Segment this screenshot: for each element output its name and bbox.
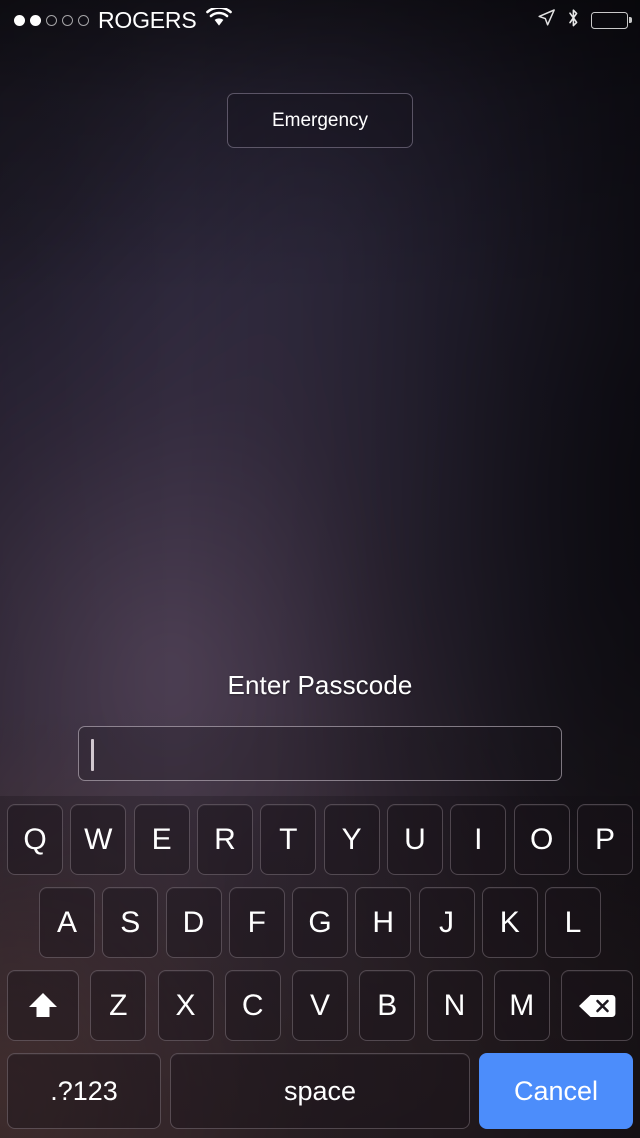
key-y[interactable]: Y (323, 804, 380, 875)
key-s[interactable]: S (102, 887, 159, 958)
onscreen-keyboard: Q W E R T Y U I O P A S D F G H J K L Z … (0, 796, 640, 1138)
key-a[interactable]: A (39, 887, 95, 958)
battery-icon (591, 11, 628, 29)
keyboard-row-3: Z X C V B N M (0, 970, 640, 1041)
key-v[interactable]: V (292, 970, 348, 1041)
backspace-key[interactable] (561, 970, 633, 1041)
emergency-call-button[interactable]: Emergency (227, 93, 413, 148)
signal-dot-4 (62, 14, 73, 26)
key-f[interactable]: F (228, 887, 285, 958)
key-d[interactable]: D (165, 887, 222, 958)
status-bar: ROGERS (0, 0, 640, 40)
key-m[interactable]: M (493, 970, 550, 1041)
bluetooth-icon (567, 8, 580, 33)
key-q[interactable]: Q (7, 804, 63, 875)
shift-key[interactable] (7, 970, 79, 1041)
key-p[interactable]: P (576, 804, 633, 875)
key-h[interactable]: H (355, 887, 412, 958)
keyboard-row-2: A S D F G H J K L (0, 887, 640, 958)
space-key[interactable]: space (170, 1053, 470, 1129)
key-t[interactable]: T (260, 804, 317, 875)
key-b[interactable]: B (359, 970, 416, 1041)
carrier-label: ROGERS (98, 6, 197, 33)
signal-dot-3 (46, 14, 57, 26)
lock-screen: ROGERS Emergency Enter Passcode Q W E R … (0, 0, 640, 1138)
key-x[interactable]: X (157, 970, 214, 1041)
key-c[interactable]: C (224, 970, 281, 1041)
enter-passcode-title: Enter Passcode (227, 670, 413, 700)
passcode-input[interactable] (78, 726, 562, 781)
key-o[interactable]: O (513, 804, 570, 875)
key-w[interactable]: W (70, 804, 127, 875)
shift-arrow-icon (26, 990, 60, 1022)
cancel-button[interactable]: Cancel (479, 1053, 633, 1129)
keyboard-row-4: .?123 space Cancel (0, 1053, 640, 1129)
backspace-delete-icon (577, 991, 617, 1021)
key-l[interactable]: L (545, 887, 601, 958)
signal-dot-5 (78, 14, 89, 26)
key-n[interactable]: N (426, 970, 483, 1041)
status-bar-right (537, 8, 628, 33)
location-arrow-icon (537, 8, 556, 32)
key-k[interactable]: K (481, 887, 538, 958)
key-e[interactable]: E (133, 804, 190, 875)
signal-dot-1 (14, 14, 25, 26)
key-i[interactable]: I (450, 804, 507, 875)
keyboard-row-1: Q W E R T Y U I O P (0, 804, 640, 875)
wifi-icon (206, 6, 233, 32)
key-j[interactable]: J (418, 887, 475, 958)
key-u[interactable]: U (386, 804, 443, 875)
status-bar-left: ROGERS (14, 6, 233, 33)
signal-strength-dots (14, 14, 89, 26)
text-caret (91, 739, 94, 771)
key-g[interactable]: G (292, 887, 348, 958)
signal-dot-2 (30, 14, 41, 26)
key-r[interactable]: R (196, 804, 253, 875)
numeric-mode-key[interactable]: .?123 (7, 1053, 161, 1129)
key-z[interactable]: Z (90, 970, 147, 1041)
